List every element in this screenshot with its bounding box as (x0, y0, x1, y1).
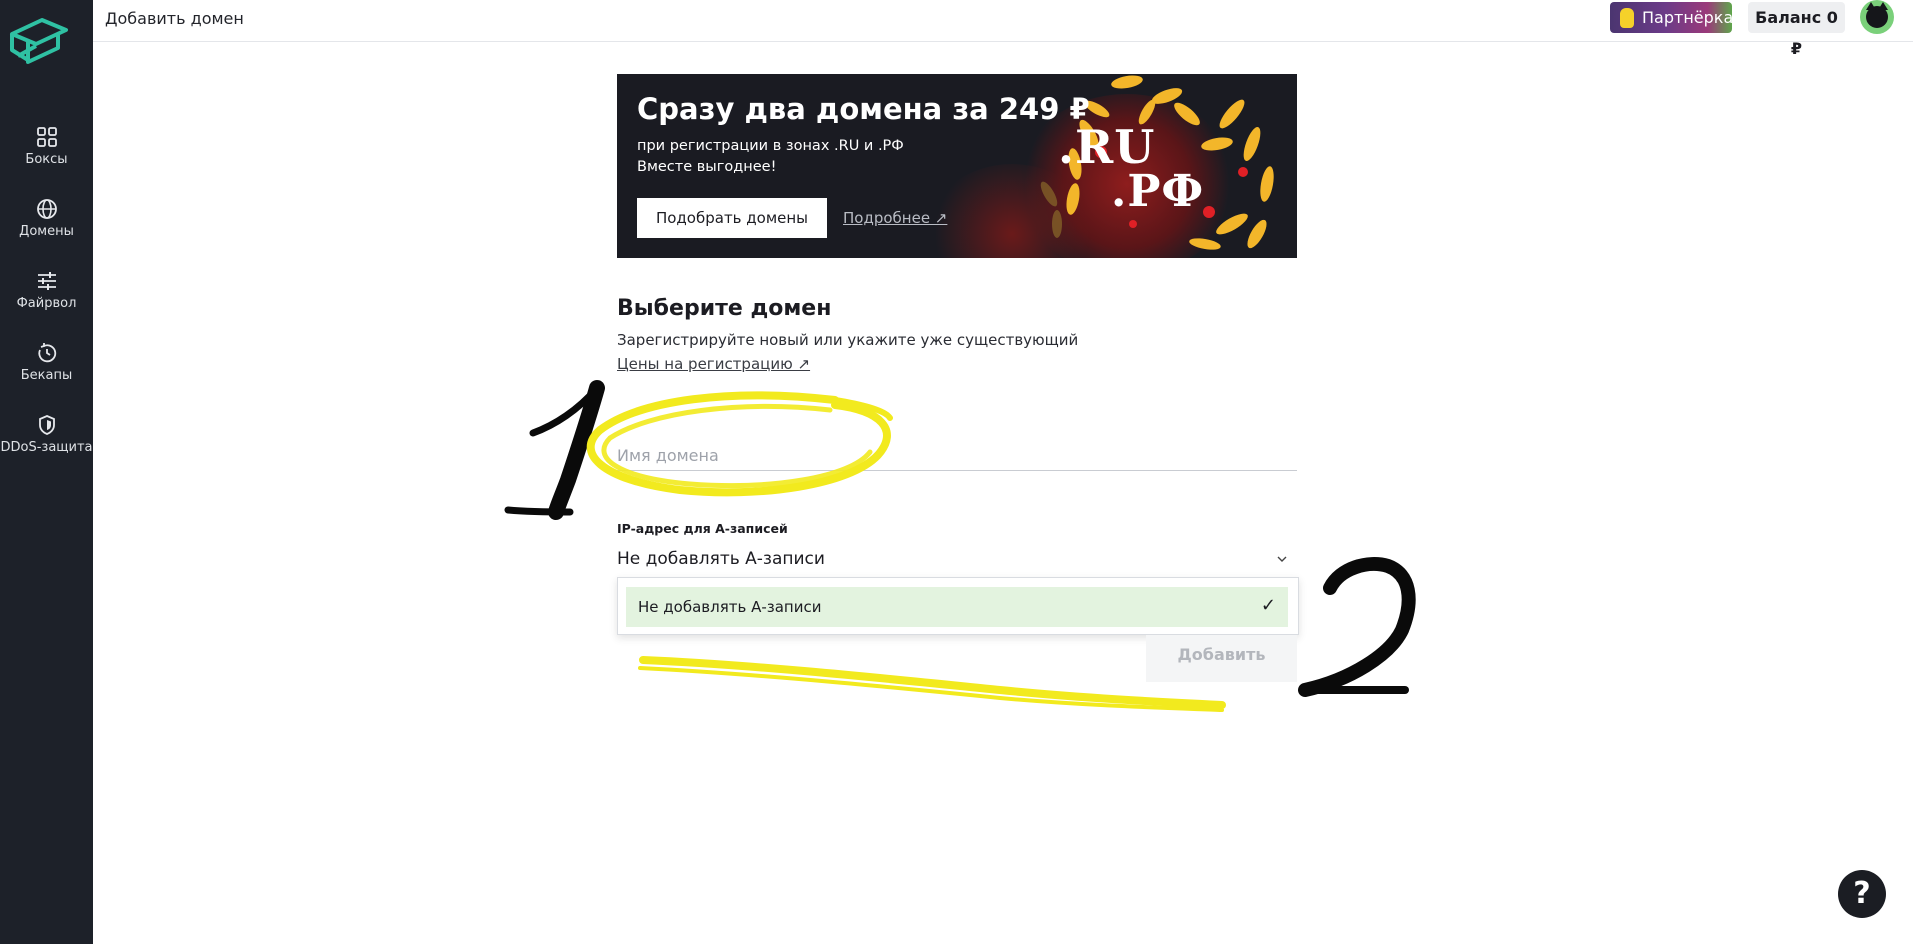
sliders-icon (37, 272, 56, 290)
logo-icon[interactable] (8, 16, 72, 68)
banner-art-rf: .РФ (1111, 166, 1205, 217)
cat-avatar-icon (1866, 2, 1888, 28)
banner-subtitle-line: Вместе выгоднее! (637, 159, 777, 175)
sidebar-item-label: Домены (19, 224, 74, 239)
chevron-down-icon (1277, 556, 1287, 562)
ip-select[interactable]: Не добавлять А-записи (617, 544, 1297, 576)
section-description: Зарегистрируйте новый или укажите уже су… (617, 331, 1079, 349)
sidebar-item-label: Бекапы (20, 368, 73, 383)
balance-button[interactable]: Баланс 0 ₽ (1748, 2, 1845, 58)
ip-option-label: Не добавлять А-записи (638, 598, 822, 616)
promo-banner: .RU .РФ Сразу два домена за 249 ₽ при ре… (617, 74, 1297, 258)
prices-link[interactable]: Цены на регистрацию ↗ (617, 355, 810, 373)
topbar: Добавить домен Партнёрка Баланс 0 ₽ (93, 0, 1913, 58)
ip-select-value: Не добавлять А-записи (617, 549, 825, 569)
ip-label: IP-адрес для А-записей (617, 521, 788, 536)
sidebar: Боксы Домены Файрвол Бекапы DDoS-защита (0, 0, 93, 944)
add-button[interactable]: Добавить (1146, 635, 1297, 682)
sidebar-item-label: Файрвол (16, 296, 77, 311)
globe-icon (36, 199, 57, 219)
domain-name-input[interactable] (617, 440, 1297, 471)
avatar[interactable] (1860, 0, 1894, 34)
help-button[interactable]: ? (1838, 870, 1886, 918)
sidebar-item-firewall[interactable]: Файрвол (0, 270, 93, 332)
annotation-digit-2 (1298, 557, 1416, 697)
annotation-underline (638, 656, 1226, 712)
ip-option[interactable]: Не добавлять А-записи ✓ (626, 587, 1288, 627)
section-title: Выберите домен (617, 296, 832, 321)
backup-clock-icon (37, 343, 56, 363)
pick-domains-button[interactable]: Подобрать домены (637, 198, 827, 238)
sidebar-item-domains[interactable]: Домены (0, 198, 93, 260)
page-title: Добавить домен (105, 9, 244, 28)
banner-subtitle-line: при регистрации в зонах .RU и .РФ (637, 138, 904, 154)
sidebar-item-label: Боксы (25, 152, 68, 167)
check-icon: ✓ (1260, 595, 1276, 616)
sidebar-item-boxes[interactable]: Боксы (0, 126, 93, 188)
partner-button[interactable]: Партнёрка (1610, 2, 1734, 33)
ip-dropdown-menu: Не добавлять А-записи ✓ (617, 577, 1299, 635)
banner-title: Сразу два домена за 249 ₽ (637, 92, 1090, 126)
sidebar-item-backups[interactable]: Бекапы (0, 342, 93, 404)
boxes-grid-icon (36, 127, 57, 147)
banner-subtitle: при регистрации в зонах .RU и .РФ Вместе… (637, 136, 904, 178)
partner-label: Партнёрка (1642, 8, 1734, 27)
sidebar-item-label: DDoS-защита (0, 440, 93, 455)
more-info-link[interactable]: Подробнее ↗ (843, 209, 947, 227)
hand-icon (1620, 8, 1634, 28)
shield-icon (38, 415, 55, 435)
sidebar-item-ddos[interactable]: DDoS-защита (0, 414, 93, 476)
annotation-digit-1 (504, 380, 605, 520)
